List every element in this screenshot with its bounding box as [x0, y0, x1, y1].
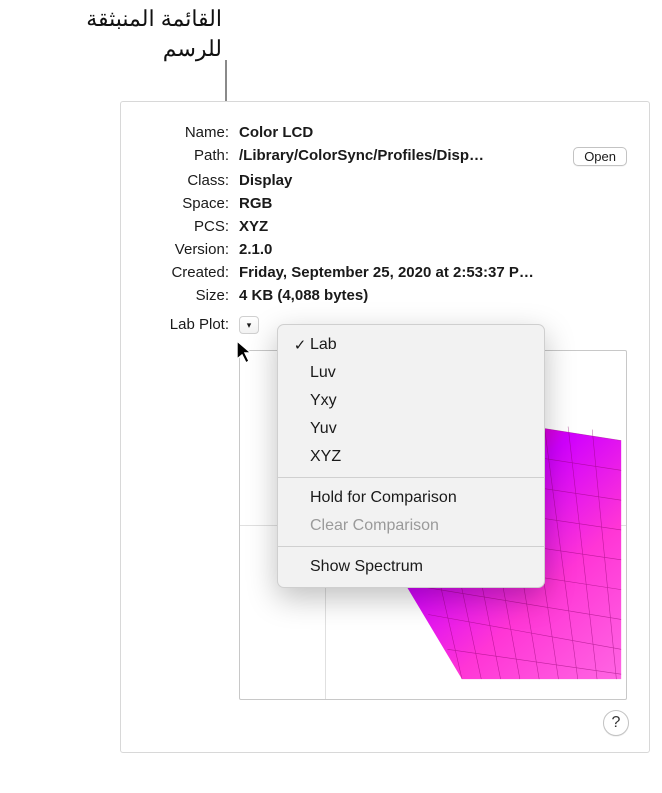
menu-separator [278, 546, 544, 547]
created-label: Created: [143, 264, 229, 281]
menu-item-label: Yuv [310, 420, 337, 438]
path-value: /Library/ColorSync/Profiles/Disp… [239, 147, 517, 164]
menu-separator [278, 477, 544, 478]
plot-popup-menu: ✓ Lab Luv Yxy Yuv XYZ Hold for [277, 324, 545, 588]
class-label: Class: [143, 172, 229, 189]
callout-line1: القائمة المنبثقة [20, 4, 222, 34]
lab-plot-label: Lab Plot: [143, 316, 229, 700]
menu-item-clear-comparison: Clear Comparison [278, 512, 544, 540]
callout-annotation: القائمة المنبثقة للرسم [20, 4, 222, 63]
path-label: Path: [143, 147, 229, 164]
menu-item-label: XYZ [310, 448, 341, 466]
created-value: Friday, September 25, 2020 at 2:53:37 P… [239, 264, 539, 281]
size-label: Size: [143, 287, 229, 304]
menu-item-label: Yxy [310, 392, 337, 410]
version-label: Version: [143, 241, 229, 258]
version-value: 2.1.0 [239, 241, 539, 258]
menu-item-lab[interactable]: ✓ Lab [278, 331, 544, 359]
check-icon: ✓ [290, 336, 310, 354]
menu-item-luv[interactable]: Luv [278, 359, 544, 387]
menu-item-label: Hold for Comparison [310, 489, 457, 507]
plot-popup-trigger[interactable]: ▾ [239, 316, 259, 334]
menu-item-label: Luv [310, 364, 336, 382]
profile-panel: Name: Color LCD Path: /Library/ColorSync… [120, 101, 650, 753]
pcs-value: XYZ [239, 218, 539, 235]
size-value: 4 KB (4,088 bytes) [239, 287, 539, 304]
callout-line2: للرسم [20, 34, 222, 64]
menu-item-hold-comparison[interactable]: Hold for Comparison [278, 484, 544, 512]
help-button[interactable]: ? [603, 710, 629, 736]
space-value: RGB [239, 195, 539, 212]
menu-item-yxy[interactable]: Yxy [278, 387, 544, 415]
help-icon: ? [612, 714, 621, 732]
info-grid: Name: Color LCD Path: /Library/ColorSync… [143, 124, 627, 304]
open-button[interactable]: Open [573, 147, 627, 166]
menu-item-yuv[interactable]: Yuv [278, 415, 544, 443]
menu-item-label: Show Spectrum [310, 558, 423, 576]
name-label: Name: [143, 124, 229, 141]
menu-item-show-spectrum[interactable]: Show Spectrum [278, 553, 544, 581]
name-value: Color LCD [239, 124, 539, 141]
menu-item-label: Clear Comparison [310, 517, 439, 535]
lab-plot-row: Lab Plot: ▾ [143, 316, 627, 696]
pcs-label: PCS: [143, 218, 229, 235]
chevron-down-icon: ▾ [247, 320, 252, 331]
menu-item-label: Lab [310, 336, 337, 354]
menu-item-xyz[interactable]: XYZ [278, 443, 544, 471]
space-label: Space: [143, 195, 229, 212]
class-value: Display [239, 172, 539, 189]
